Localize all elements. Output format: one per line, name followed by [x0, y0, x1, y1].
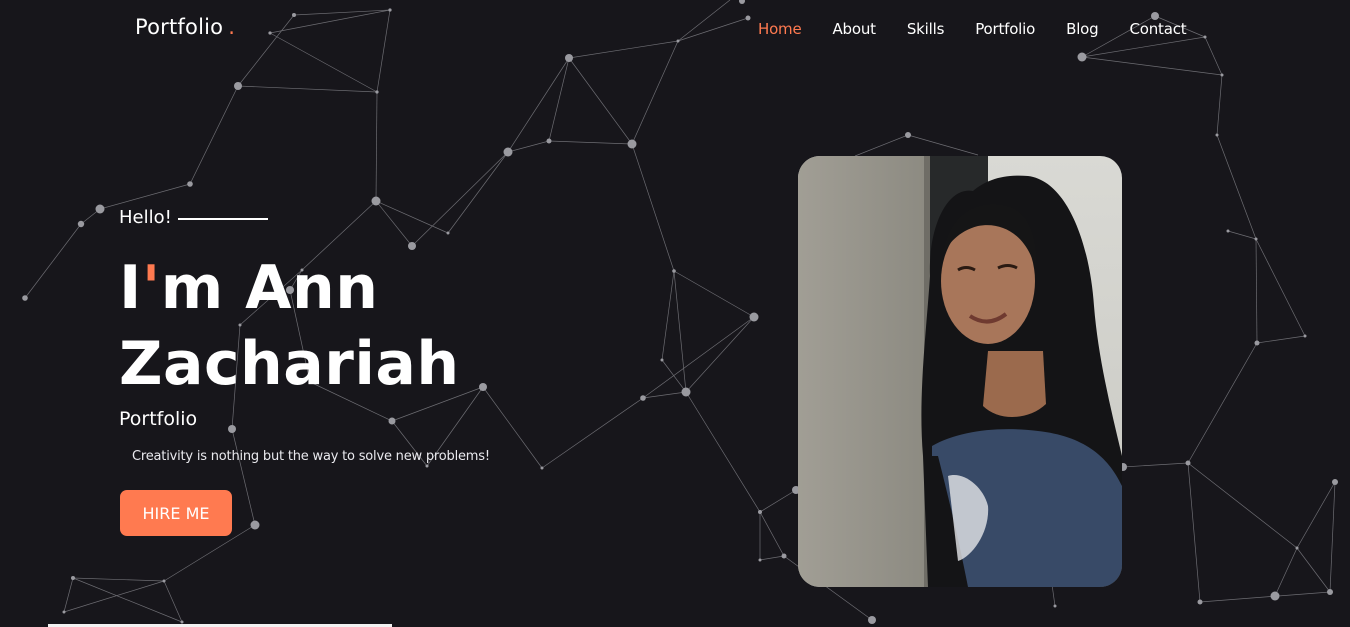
brand-logo[interactable]: Portfolio. [135, 15, 235, 39]
nav-link-portfolio[interactable]: Portfolio [975, 20, 1035, 38]
nav-link-skills[interactable]: Skills [907, 20, 945, 38]
greeting-underline [177, 217, 268, 220]
hero-name: I'm Ann Zachariah [119, 250, 460, 402]
brand-dot: . [228, 15, 236, 39]
hero-greeting: Hello! [119, 207, 268, 228]
brand-name: Portfolio [135, 15, 224, 39]
hire-me-button[interactable]: HIRE ME [120, 490, 232, 536]
name-first-letter: I [119, 253, 142, 323]
hero-role: Portfolio [119, 408, 198, 430]
main-nav: Home About Skills Portfolio Blog Contact [758, 20, 1217, 38]
greeting-text: Hello! [119, 207, 172, 228]
hero-tagline: Creativity is nothing but the way to sol… [132, 449, 490, 464]
profile-photo [798, 156, 1122, 587]
nav-link-blog[interactable]: Blog [1066, 20, 1099, 38]
name-apostrophe: ' [141, 253, 161, 323]
nav-link-about[interactable]: About [833, 20, 877, 38]
nav-link-home[interactable]: Home [758, 20, 802, 38]
name-line2: Zachariah [119, 329, 460, 399]
nav-link-contact[interactable]: Contact [1129, 20, 1186, 38]
name-line1-rest: m Ann [160, 253, 379, 323]
